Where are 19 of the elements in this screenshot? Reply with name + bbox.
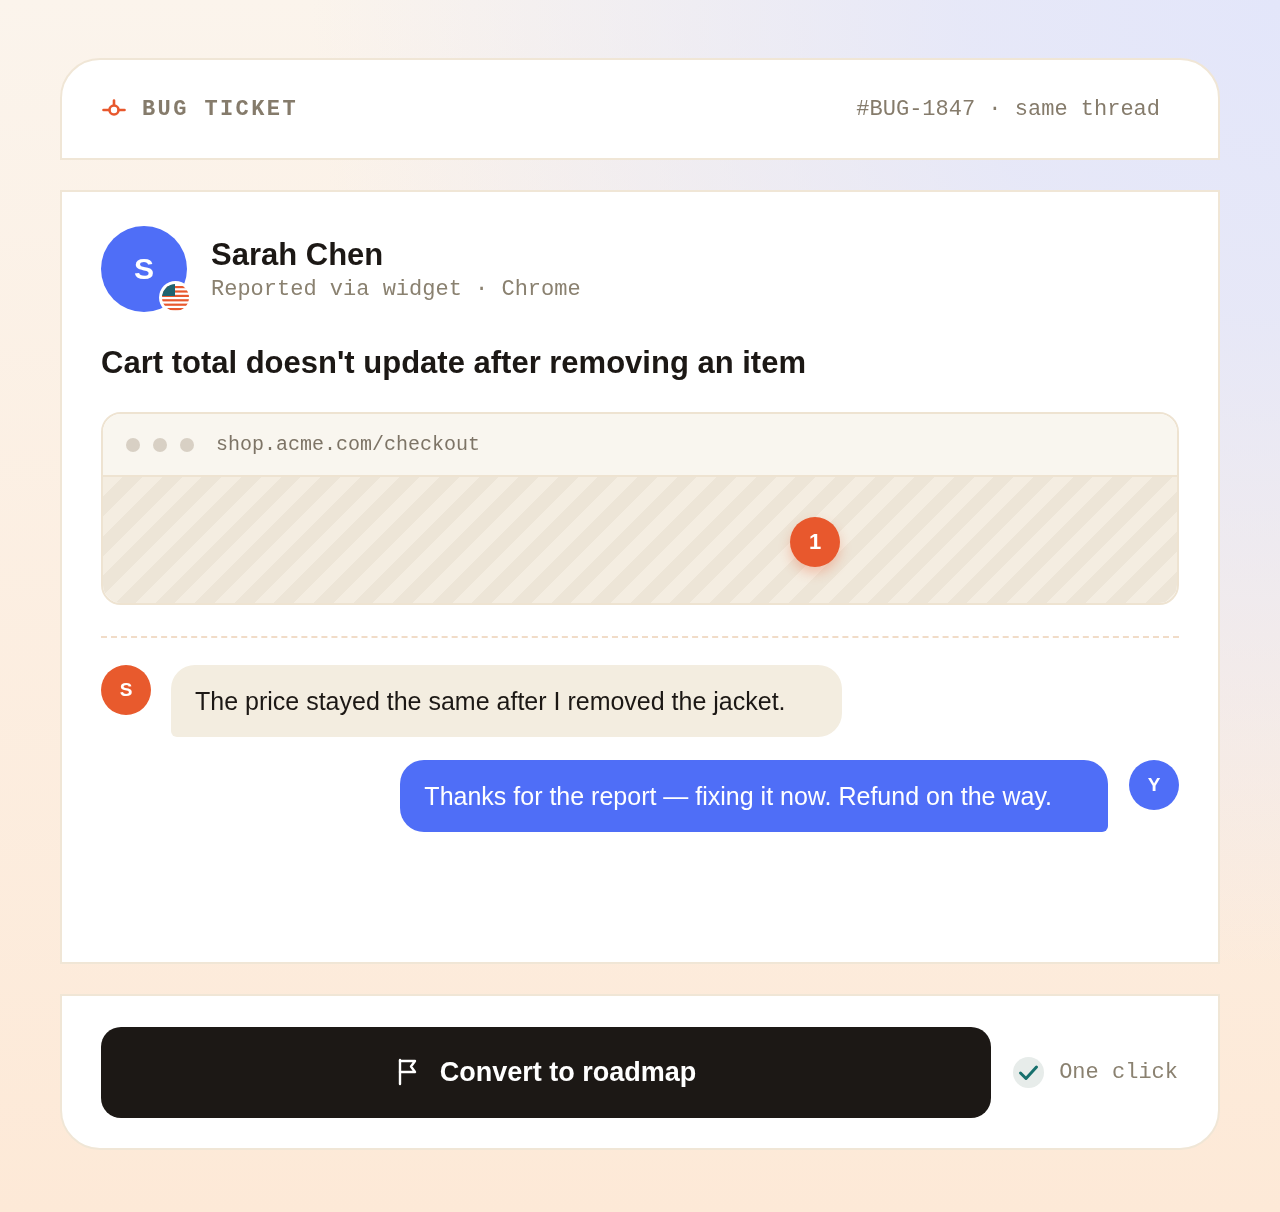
window-control-icon: [180, 437, 194, 452]
flag-icon: [159, 281, 192, 314]
note-text: One click: [1059, 1059, 1178, 1085]
reporter-name: Sarah Chen: [211, 236, 385, 273]
message-bubble: Thanks for the report — fixing it now. Refund on the way.: [400, 760, 1108, 832]
reporter-meta: Reported via widget · Chrome: [211, 276, 581, 302]
convert-button[interactable]: Convert to roadmap: [101, 1026, 992, 1118]
ticket-reference: #BUG-1847 · same thread: [856, 96, 1160, 122]
message-avatar: Y: [1129, 760, 1179, 810]
reporter-avatar: S: [101, 226, 187, 312]
message-bubble: The price stayed the same after I removed the jacket.: [171, 665, 842, 737]
message-avatar: S: [101, 665, 151, 715]
check-icon: [1013, 1056, 1045, 1088]
annotation-pin[interactable]: 1: [790, 517, 841, 567]
window-control-icon: [153, 437, 167, 452]
page-url: shop.acme.com/checkout: [216, 433, 481, 456]
window-control-icon: [126, 437, 140, 452]
ticket-label: BUG TICKET: [142, 96, 299, 122]
ticket-title: Cart total doesn't update after removing an item: [101, 345, 807, 381]
